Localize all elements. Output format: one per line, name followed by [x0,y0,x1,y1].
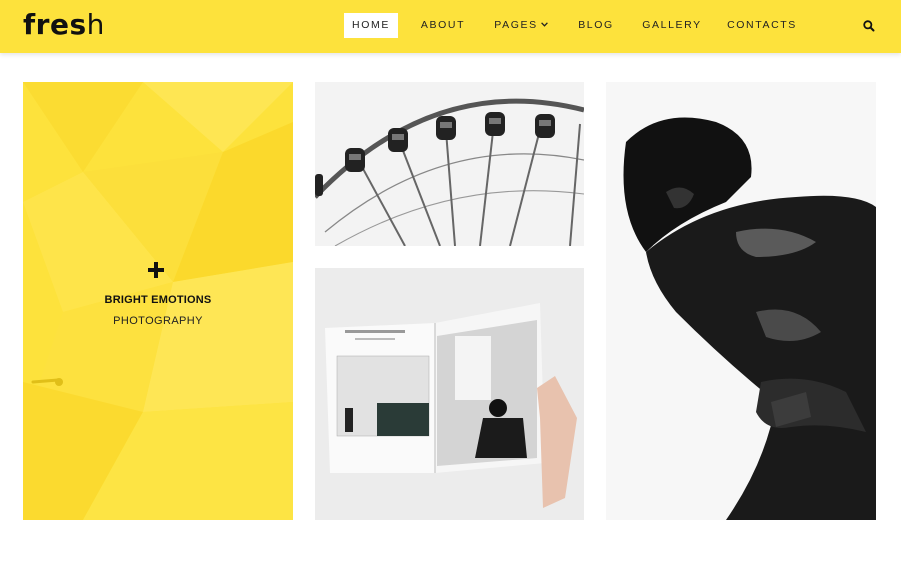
nav-blog[interactable]: BLOG [572,13,620,38]
nav-gallery-label: GALLERY [642,19,702,31]
nav-contacts-label: CONTACTS [727,19,797,31]
nav-home[interactable]: HOME [344,13,398,38]
nav-home-label: HOME [352,19,390,31]
nav-about[interactable]: ABOUT [414,13,472,38]
nav-pages-label: PAGES [494,19,538,31]
chevron-down-icon [540,22,548,27]
nav-contacts[interactable]: CONTACTS [724,13,800,38]
nav-gallery[interactable]: GALLERY [638,13,706,38]
nav-pages[interactable]: PAGES [490,13,552,38]
nav-about-label: ABOUT [420,19,466,31]
feature-title: BRIGHT EMOTIONS [104,294,212,306]
main-nav: HOME ABOUT PAGES BLOG GALLERY CONTACTS [0,0,901,53]
feature-subtitle: PHOTOGRAPHY [113,315,203,327]
site-header: fresh HOME ABOUT PAGES BLOG GALLERY CONT… [0,0,901,53]
plus-icon[interactable] [148,262,164,278]
search-icon[interactable] [862,19,876,33]
black-and-white-portrait-photo[interactable] [606,82,876,520]
nav-blog-label: BLOG [578,19,614,31]
ferris-wheel-photo[interactable] [315,82,584,246]
open-photo-book-photo[interactable] [315,268,584,520]
